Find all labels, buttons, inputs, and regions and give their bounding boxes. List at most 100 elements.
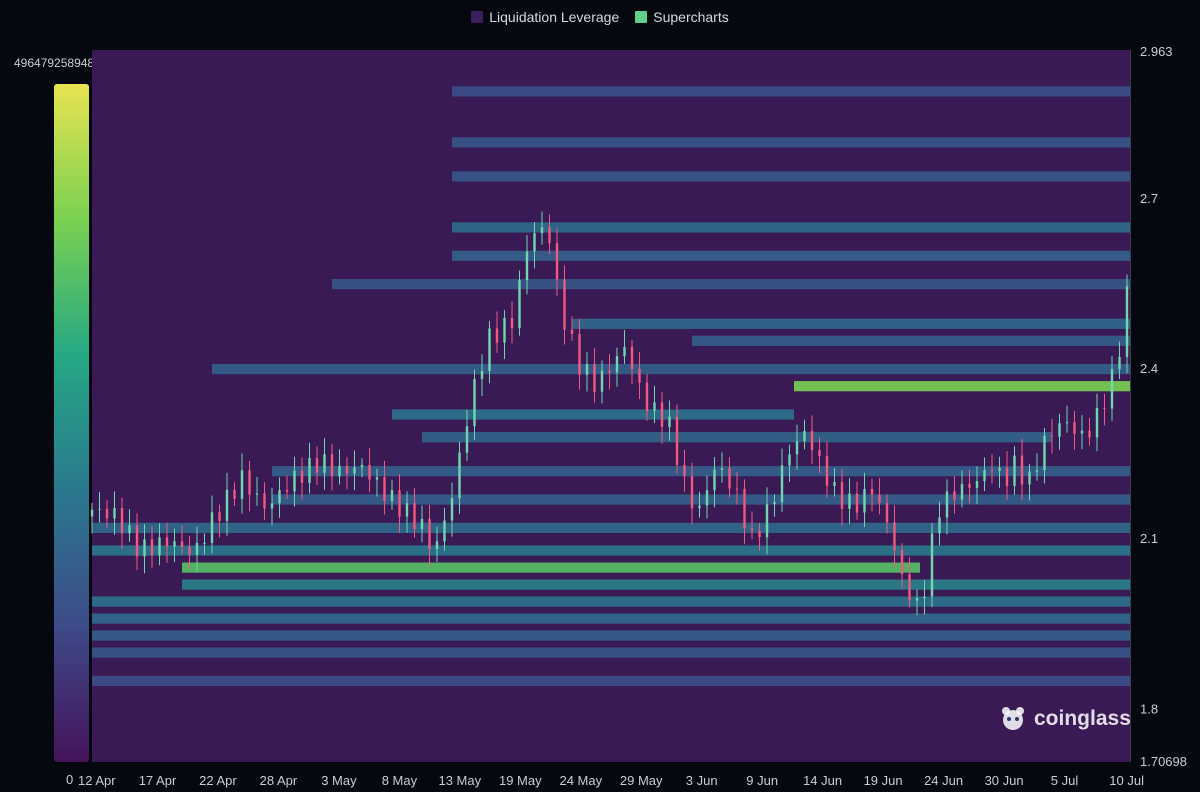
candle-body-27	[293, 470, 296, 492]
x-tick-label: 9 Jun	[746, 773, 778, 788]
candle-body-62	[555, 243, 559, 280]
liquidation-band-13	[92, 596, 1130, 607]
heatmap-svg[interactable]: 2.963 2.7 2.4 2.1 1.8 1.70698 12 Apr 17 Apr 22 …	[0, 0, 1200, 792]
x-tick-label: 3 Jun	[686, 773, 718, 788]
liquidation-band-8	[272, 466, 1130, 477]
candle-body-33	[338, 465, 341, 477]
candle-body-116	[960, 483, 964, 500]
candle-body-19	[233, 489, 236, 499]
candle-body-31	[323, 454, 326, 473]
candle-body-28	[300, 470, 304, 483]
x-tick-label: 19 Jun	[864, 773, 903, 788]
candle-body-34	[345, 465, 349, 474]
candle-body-66	[585, 364, 589, 375]
liquidation-band-22	[212, 364, 1130, 375]
candle-body-108	[900, 550, 904, 575]
x-tick-label: 24 May	[559, 773, 602, 788]
candle-body-13	[188, 546, 191, 555]
candle-body-30	[315, 458, 319, 473]
liquidation-band-6	[392, 409, 794, 420]
candle-body-11	[173, 541, 176, 547]
candle-body-18	[225, 489, 229, 521]
liquidation-band-15	[92, 630, 1130, 641]
candle-body-68	[600, 370, 604, 392]
candle-body-99	[833, 482, 836, 486]
candle-body-76	[660, 402, 664, 427]
candle-body-38	[375, 477, 379, 480]
watermark-text: coinglass	[1034, 707, 1131, 730]
candle-body-73	[638, 369, 641, 383]
liquidation-band-18	[452, 86, 1130, 97]
candle-body-103	[863, 489, 866, 513]
y-tick-label: 2.4	[1140, 361, 1158, 376]
candle-body-45	[428, 518, 431, 550]
candle-body-25	[278, 490, 281, 504]
candle-body-10	[165, 537, 169, 547]
x-axis: 12 Apr 17 Apr 22 Apr 28 Apr 3 May 8 May 13 May…	[78, 773, 1144, 788]
candle-body-101	[848, 493, 851, 509]
candle-body-2	[105, 508, 109, 519]
candle-body-70	[615, 356, 619, 373]
candle-body-127	[1043, 435, 1046, 471]
x-tick-label: 14 Jun	[803, 773, 842, 788]
candle-body-104	[870, 489, 874, 495]
candle-body-102	[855, 493, 859, 513]
candle-body-96	[810, 431, 814, 451]
candle-body-0	[90, 509, 94, 517]
x-tick-label: 19 May	[499, 773, 542, 788]
x-tick-label: 28 Apr	[260, 773, 298, 788]
candle-body-88	[750, 528, 754, 531]
candle-body-117	[968, 483, 971, 488]
candle-body-118	[975, 481, 979, 488]
candle-body-126	[1035, 470, 1039, 472]
candle-body-1	[98, 508, 101, 510]
candle-body-20	[240, 470, 244, 499]
liquidation-band-10	[92, 522, 1130, 533]
x-tick-label: 17 Apr	[139, 773, 177, 788]
candle-body-137	[1118, 356, 1121, 370]
liquidation-band-3	[452, 250, 1130, 261]
candle-body-110	[915, 598, 919, 601]
candle-body-41	[398, 490, 401, 517]
candle-body-64	[570, 329, 574, 334]
candle-body-131	[1073, 422, 1076, 434]
coinglass-logo-icon	[1002, 707, 1024, 730]
candle-body-123	[1013, 455, 1016, 486]
liquidation-band-2	[452, 222, 1130, 233]
liquidation-band-11	[92, 545, 1130, 556]
candle-body-81	[698, 505, 701, 509]
candle-body-50	[465, 426, 469, 453]
candle-body-53	[488, 328, 491, 371]
x-tick-label: 10 Jul	[1109, 773, 1144, 788]
candle-body-111	[923, 596, 926, 598]
candle-body-14	[195, 542, 199, 555]
liquidation-band-5	[692, 335, 1130, 346]
candle-body-22	[255, 493, 259, 495]
candle-body-114	[945, 491, 949, 518]
liquidation-band-1	[794, 381, 1130, 392]
candle-body-40	[390, 490, 394, 501]
candle-body-122	[1005, 467, 1009, 487]
candle-body-16	[210, 512, 214, 543]
candle-body-72	[630, 346, 634, 369]
candle-body-85	[728, 468, 731, 489]
candle-body-107	[893, 522, 896, 551]
candle-body-87	[743, 488, 746, 529]
candle-body-61	[548, 227, 551, 244]
candle-body-71	[623, 346, 626, 357]
candle-body-91	[773, 502, 776, 505]
y-tick-label: 2.1	[1140, 531, 1158, 546]
candle-body-49	[458, 452, 461, 499]
liquidation-band-20	[452, 171, 1130, 182]
candle-body-21	[248, 470, 251, 495]
liquidation-band-14	[92, 613, 1130, 624]
candle-body-93	[788, 454, 791, 466]
x-tick-label: 3 May	[321, 773, 357, 788]
candle-body-80	[690, 476, 694, 509]
liquidation-band-21	[332, 279, 1130, 290]
candle-body-83	[713, 469, 716, 491]
candle-body-9	[158, 537, 161, 556]
candle-body-86	[735, 488, 739, 490]
candle-body-51	[473, 379, 476, 427]
candle-body-113	[938, 517, 941, 534]
